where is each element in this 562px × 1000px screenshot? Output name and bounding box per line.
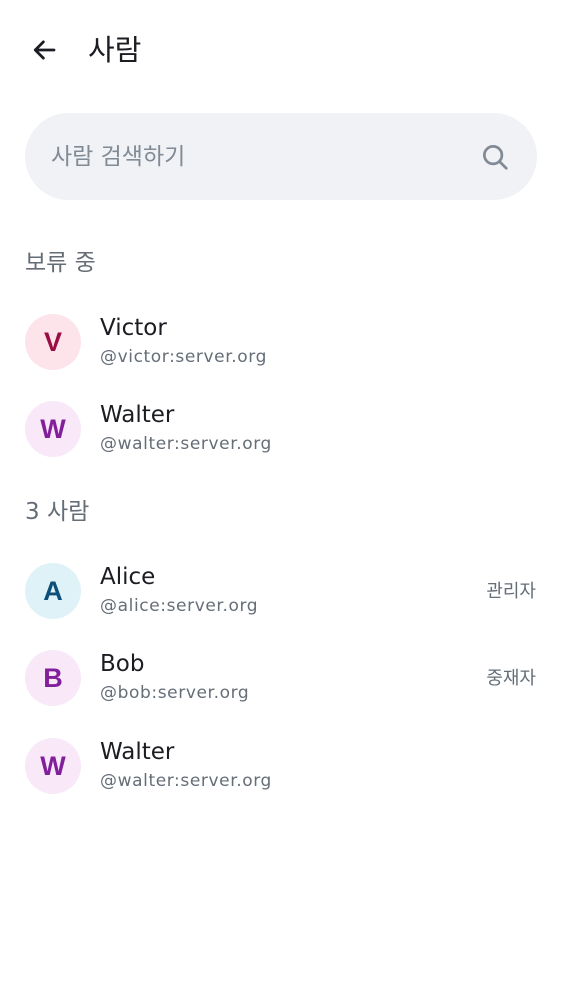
- back-button[interactable]: [22, 28, 66, 72]
- member-row-walter[interactable]: W Walter @walter:server.org: [0, 723, 562, 810]
- section-header-pending: 보류 중: [25, 250, 96, 276]
- member-role-label: 중재자: [486, 668, 536, 689]
- member-user-id: @walter:server.org: [100, 771, 272, 791]
- avatar: V: [25, 314, 81, 370]
- member-user-id: @alice:server.org: [100, 596, 259, 616]
- member-name: Walter: [100, 402, 175, 428]
- member-user-id: @bob:server.org: [100, 683, 250, 703]
- member-name: Walter: [100, 739, 175, 765]
- page-title: 사람: [88, 33, 142, 67]
- top-app-bar: 사람: [0, 0, 562, 100]
- avatar: W: [25, 401, 81, 457]
- avatar: A: [25, 563, 81, 619]
- section-header-members: 3 사람: [25, 499, 90, 525]
- search-icon[interactable]: [477, 139, 513, 175]
- member-row-alice[interactable]: A Alice @alice:server.org 관리자: [0, 548, 562, 635]
- avatar: W: [25, 738, 81, 794]
- member-name: Alice: [100, 564, 156, 590]
- member-user-id: @victor:server.org: [100, 347, 267, 367]
- avatar: B: [25, 650, 81, 706]
- member-user-id: @walter:server.org: [100, 434, 272, 454]
- member-name: Victor: [100, 315, 167, 341]
- member-row-bob[interactable]: B Bob @bob:server.org 중재자: [0, 635, 562, 722]
- member-role-label: 관리자: [486, 581, 536, 602]
- member-name: Bob: [100, 651, 145, 677]
- member-row-victor[interactable]: V Victor @victor:server.org: [0, 299, 562, 386]
- arrow-left-icon: [33, 40, 56, 60]
- member-row-walter-pending[interactable]: W Walter @walter:server.org: [0, 386, 562, 473]
- search-input[interactable]: [51, 136, 477, 177]
- search-bar[interactable]: [25, 113, 537, 200]
